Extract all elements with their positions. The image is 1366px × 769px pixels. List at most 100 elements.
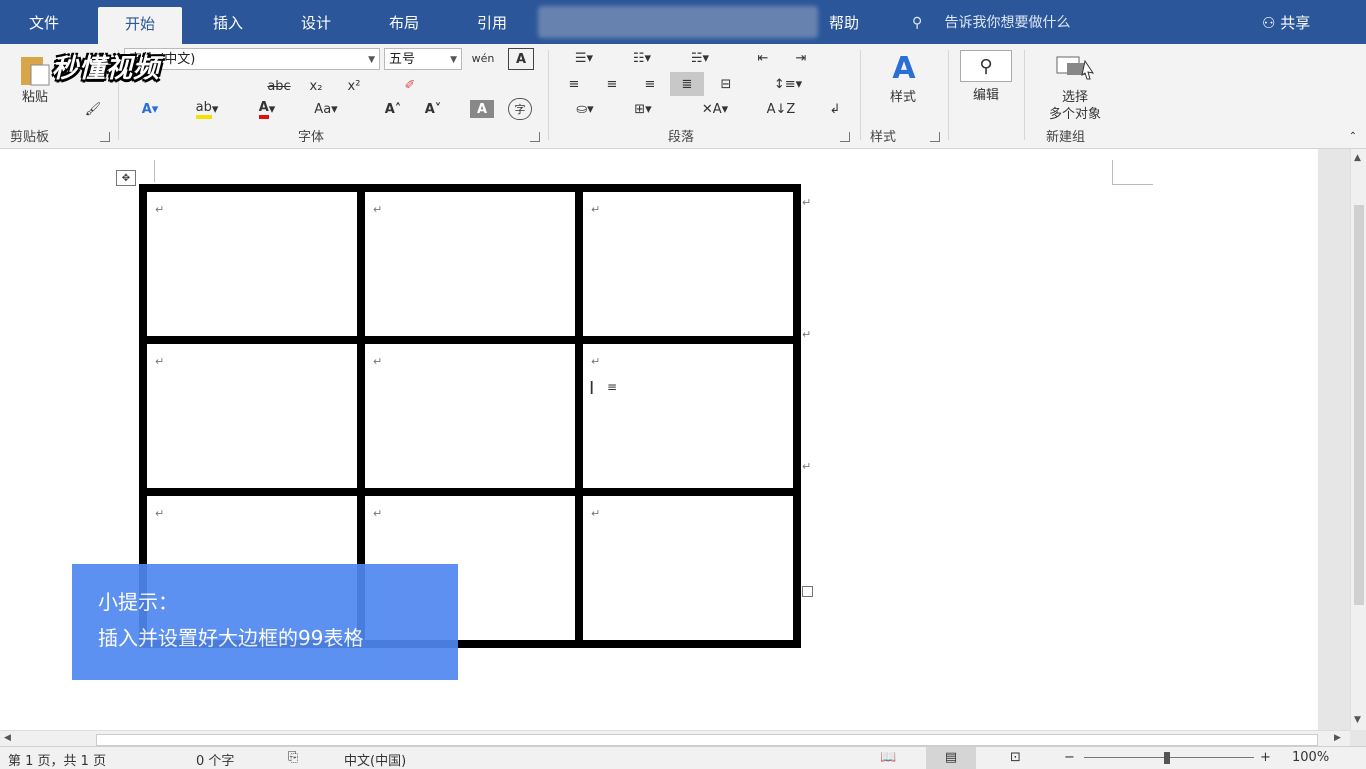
- tab-layout[interactable]: 布局: [368, 8, 440, 44]
- table-move-handle-icon[interactable]: ✥: [116, 170, 136, 186]
- select-objects-icon[interactable]: [1050, 52, 1100, 82]
- distribute-icon[interactable]: ⊟: [712, 74, 740, 94]
- decrease-indent-icon[interactable]: ⇤: [748, 48, 778, 68]
- find-icon[interactable]: ⚲: [960, 50, 1012, 82]
- font-color-button[interactable]: A ▾: [244, 98, 290, 120]
- margin-mark: [1112, 160, 1153, 185]
- table-cell[interactable]: ↵ I ≡: [575, 336, 801, 496]
- highlight-icon[interactable]: ab ▾: [184, 98, 230, 120]
- table-cell[interactable]: ↵: [575, 184, 801, 344]
- chevron-down-icon: ▼: [368, 55, 375, 65]
- tell-me-search[interactable]: ⚲ 告诉我你想要做什么: [912, 8, 1070, 38]
- superscript-button[interactable]: x²: [340, 76, 368, 96]
- tab-help[interactable]: 帮助: [808, 8, 880, 44]
- format-painter-icon[interactable]: 🖌: [80, 100, 106, 118]
- zoom-in-icon[interactable]: +: [1260, 750, 1271, 765]
- align-right-icon[interactable]: ≡: [636, 74, 664, 94]
- phonetic-guide-button[interactable]: wén: [468, 46, 498, 70]
- scroll-down-icon[interactable]: ▼: [1354, 715, 1361, 725]
- clipboard-icon: [21, 57, 50, 86]
- scroll-left-icon[interactable]: ◀: [4, 733, 11, 743]
- tab-references[interactable]: 引用: [456, 8, 528, 44]
- shading-icon[interactable]: ⛀▾: [560, 98, 610, 120]
- show-marks-icon[interactable]: ↲: [822, 98, 848, 120]
- table-cell[interactable]: ↵: [139, 184, 365, 344]
- tab-design[interactable]: 设计: [280, 8, 352, 44]
- char-border-button[interactable]: A: [508, 48, 534, 70]
- styles-icon[interactable]: A: [876, 48, 932, 88]
- font-launcher-icon[interactable]: [530, 132, 540, 142]
- row-end-mark: ↵: [802, 328, 812, 341]
- styles-launcher-icon[interactable]: [930, 132, 940, 142]
- increase-indent-icon[interactable]: ⇥: [786, 48, 816, 68]
- read-mode-icon[interactable]: 📖: [880, 750, 896, 765]
- multilevel-list-icon[interactable]: ☵▾: [676, 48, 724, 68]
- blurred-tabs: [538, 6, 818, 38]
- styles-group-label: 样式: [870, 130, 897, 145]
- select-button-line1[interactable]: 选择: [1030, 86, 1120, 105]
- share-label: 共享: [1280, 14, 1311, 32]
- align-center-icon[interactable]: ≡: [598, 74, 626, 94]
- grow-font-icon[interactable]: A˄: [380, 98, 406, 120]
- line-spacing-icon[interactable]: ↕≡▾: [764, 74, 812, 94]
- proofing-icon[interactable]: ⎘: [288, 750, 298, 765]
- numbering-icon[interactable]: ☷▾: [618, 48, 666, 68]
- table-resize-handle[interactable]: [802, 586, 813, 597]
- paste-button[interactable]: 粘贴: [10, 86, 60, 105]
- tab-home[interactable]: 开始: [98, 7, 182, 44]
- page-count[interactable]: 第 1 页，共 1 页: [8, 750, 106, 769]
- tab-file[interactable]: 文件: [8, 8, 80, 44]
- clipboard-launcher-icon[interactable]: [100, 132, 110, 142]
- align-left-icon[interactable]: ≡: [560, 74, 588, 94]
- word-count[interactable]: 0 个字: [196, 750, 234, 769]
- scroll-thumb[interactable]: [1354, 205, 1364, 605]
- paragraph-mark: ↵: [155, 355, 165, 368]
- hscroll-thumb[interactable]: [96, 734, 1318, 746]
- table-cell[interactable]: ↵: [357, 184, 583, 344]
- enclose-char-button[interactable]: 字: [508, 98, 532, 120]
- paste-icon[interactable]: [12, 52, 56, 88]
- clear-formatting-icon[interactable]: ✐: [396, 74, 424, 96]
- table-cell[interactable]: ↵: [575, 488, 801, 648]
- divider: [860, 50, 861, 140]
- web-layout-icon[interactable]: ⊡: [1010, 750, 1021, 765]
- shrink-font-icon[interactable]: A˅: [420, 98, 446, 120]
- zoom-out-icon[interactable]: −: [1064, 750, 1075, 765]
- table-row: ↵ ↵ ↵ I ≡: [139, 336, 801, 496]
- scroll-up-icon[interactable]: ▲: [1354, 153, 1361, 163]
- select-cursor-icon: [1056, 56, 1095, 80]
- subscript-button[interactable]: x₂: [302, 76, 330, 96]
- click-type-icon: ≡: [607, 380, 618, 394]
- print-layout-icon[interactable]: ▤: [926, 747, 976, 769]
- sort-icon[interactable]: A↓Z: [764, 98, 798, 120]
- justify-icon[interactable]: ≣: [670, 72, 704, 96]
- change-case-button[interactable]: Aa ▾: [302, 98, 350, 120]
- styles-button[interactable]: 样式: [872, 86, 934, 105]
- share-button[interactable]: ⚇ 共享: [1262, 8, 1310, 38]
- font-size-value: 五号: [389, 52, 416, 67]
- select-button-line2[interactable]: 多个对象: [1030, 103, 1120, 122]
- font-size-combo[interactable]: 五号 ▼: [384, 48, 462, 70]
- scroll-right-icon[interactable]: ▶: [1334, 733, 1341, 743]
- tab-insert[interactable]: 插入: [192, 8, 264, 44]
- table-cell[interactable]: ↵: [139, 336, 365, 496]
- vertical-scrollbar[interactable]: ▲ ▼: [1350, 149, 1366, 730]
- char-shading-icon[interactable]: A: [470, 100, 494, 118]
- paragraph-mark: ↵: [155, 507, 165, 520]
- horizontal-scrollbar[interactable]: ◀ ▶: [0, 730, 1350, 747]
- divider: [1024, 50, 1025, 140]
- zoom-level[interactable]: 100%: [1292, 750, 1329, 765]
- borders-icon[interactable]: ⊞▾: [618, 98, 668, 120]
- bullets-icon[interactable]: ☰▾: [560, 48, 608, 68]
- chinese-layout-icon[interactable]: ✕A▾: [690, 98, 740, 120]
- language-indicator[interactable]: 中文(中国): [344, 750, 406, 769]
- paragraph-launcher-icon[interactable]: [840, 132, 850, 142]
- font-name-combo[interactable]: 宋体 (中文) ▼: [124, 48, 380, 70]
- clipboard-group-label: 剪贴板: [10, 130, 50, 145]
- text-effects-icon[interactable]: A▾: [130, 98, 170, 120]
- zoom-slider-thumb[interactable]: [1164, 752, 1170, 764]
- editing-button[interactable]: 编辑: [956, 84, 1016, 103]
- collapse-ribbon-icon[interactable]: ⌃: [1344, 128, 1362, 144]
- table-cell[interactable]: ↵: [357, 336, 583, 496]
- strikethrough-button[interactable]: abc: [262, 76, 296, 96]
